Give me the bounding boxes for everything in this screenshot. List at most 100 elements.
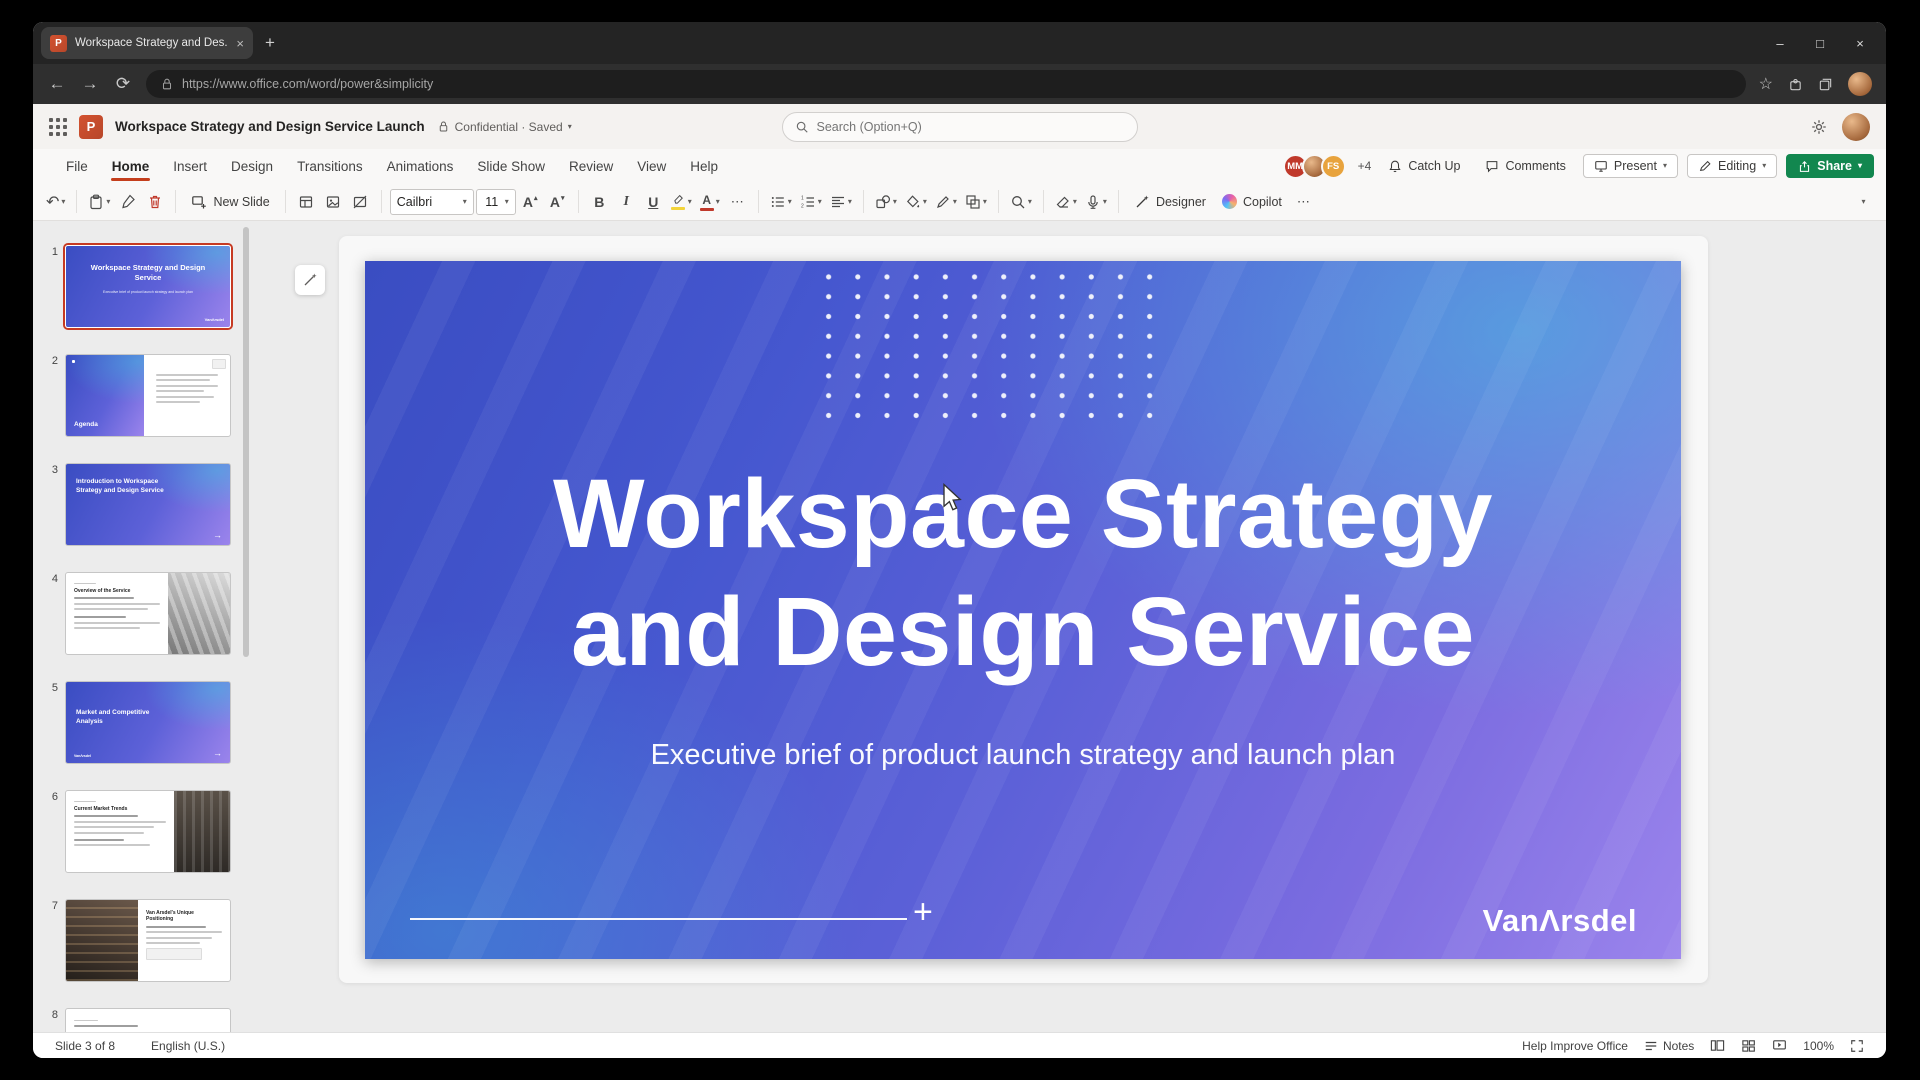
align-button[interactable]: ▾ (827, 187, 855, 216)
chevron-down-icon[interactable]: ▾ (1103, 198, 1107, 206)
hide-slide-button[interactable] (348, 187, 373, 216)
tab-review[interactable]: Review (558, 153, 624, 180)
slide-sorter-view-button[interactable] (1741, 1038, 1756, 1053)
powerpoint-logo[interactable]: P (79, 115, 103, 139)
avatar-fs[interactable]: FS (1321, 154, 1346, 179)
underline-button[interactable]: U (641, 187, 666, 216)
present-button[interactable]: Present ▾ (1583, 154, 1678, 178)
layout-button[interactable] (294, 187, 319, 216)
font-name-combo[interactable]: ▾ (390, 189, 474, 215)
bookmark-star-icon[interactable]: ☆ (1759, 74, 1773, 94)
decorative-line[interactable] (410, 918, 907, 920)
zoom-level[interactable]: 100% (1803, 1039, 1834, 1053)
slide-title[interactable]: Workspace Strategy and Design Service (365, 455, 1681, 692)
tab-slide-show[interactable]: Slide Show (466, 153, 556, 180)
chevron-down-icon[interactable]: ▾ (688, 198, 692, 206)
vanarsdel-logo[interactable]: VanΛrsdel (1483, 903, 1637, 939)
bold-button[interactable]: B (587, 187, 612, 216)
arrange-button[interactable]: ▾ (962, 187, 990, 216)
undo-button[interactable]: ↶▾ (43, 187, 68, 216)
search-input[interactable] (817, 120, 1125, 134)
dictate-button[interactable]: ▾ (1082, 187, 1110, 216)
slide-thumbnail-2[interactable]: Agenda (65, 354, 231, 437)
tab-help[interactable]: Help (679, 153, 729, 180)
presence-overflow-count[interactable]: +4 (1358, 159, 1372, 173)
tab-animations[interactable]: Animations (376, 153, 465, 180)
chevron-down-icon[interactable]: ▾ (61, 198, 65, 206)
slide-thumbnail-4[interactable]: Overview of the Service (65, 572, 231, 655)
chevron-down-icon[interactable]: ▾ (923, 198, 927, 206)
new-tab-button[interactable]: + (265, 33, 275, 53)
chevron-down-icon[interactable]: ▾ (106, 198, 110, 206)
chevron-down-icon[interactable]: ▾ (848, 198, 852, 206)
window-close-button[interactable]: × (1840, 36, 1880, 51)
format-painter-button[interactable] (115, 187, 140, 216)
chevron-down-icon[interactable]: ▾ (1858, 162, 1862, 170)
shape-outline-button[interactable]: ▾ (932, 187, 960, 216)
find-button[interactable]: ▾ (1007, 187, 1035, 216)
italic-button[interactable]: I (614, 187, 639, 216)
shape-fill-button[interactable]: ▾ (902, 187, 930, 216)
numbering-button[interactable]: ▾ (797, 187, 825, 216)
paste-button[interactable]: ▾ (85, 187, 113, 216)
chevron-down-icon[interactable]: ▾ (983, 198, 987, 206)
tab-transitions[interactable]: Transitions (286, 153, 374, 180)
font-name-input[interactable] (397, 195, 459, 209)
chevron-down-icon[interactable]: ▾ (788, 198, 792, 206)
account-avatar[interactable] (1842, 113, 1870, 141)
refresh-button[interactable]: ⟳ (113, 74, 133, 94)
chevron-down-icon[interactable]: ▾ (953, 198, 957, 206)
editing-mode-button[interactable]: Editing ▾ (1687, 154, 1777, 178)
designer-button[interactable]: Designer (1127, 187, 1213, 216)
ribbon-collapse-button[interactable]: ▾ (1851, 187, 1876, 216)
comments-button[interactable]: Comments (1477, 154, 1573, 178)
clear-formatting-button[interactable]: ▾ (1052, 187, 1080, 216)
tab-view[interactable]: View (626, 153, 677, 180)
settings-gear-icon[interactable] (1810, 118, 1828, 136)
notes-toggle[interactable]: Notes (1644, 1039, 1694, 1053)
slide-thumbnail-7[interactable]: Van Arsdel's Unique Positioning (65, 899, 231, 982)
chevron-down-icon[interactable]: ▾ (1073, 198, 1077, 206)
slide-thumbnail-1[interactable]: Workspace Strategy and Design Service Ex… (65, 245, 231, 328)
app-launcher-icon[interactable] (49, 118, 67, 136)
more-commands-button[interactable]: ⋯ (1291, 187, 1316, 216)
chevron-down-icon[interactable]: ▾ (1762, 162, 1766, 170)
font-size-input[interactable] (483, 195, 501, 209)
url-input[interactable] (182, 77, 1732, 91)
designer-suggestion-button[interactable] (295, 265, 325, 295)
normal-view-button[interactable] (1710, 1038, 1725, 1053)
presence-avatars[interactable]: MM FS (1283, 154, 1346, 179)
shrink-font-button[interactable]: A▾ (545, 187, 570, 216)
slide-thumbnail-8[interactable] (65, 1008, 231, 1032)
chevron-down-icon[interactable]: ▾ (1663, 162, 1667, 170)
fit-to-window-button[interactable] (1850, 1039, 1864, 1053)
more-font-options-button[interactable]: ⋯ (725, 187, 750, 216)
catch-up-button[interactable]: Catch Up (1380, 154, 1468, 178)
collections-icon[interactable] (1818, 77, 1833, 92)
thumbnail-scrollbar[interactable] (243, 227, 249, 657)
slide-subtitle[interactable]: Executive brief of product launch strate… (365, 739, 1681, 772)
chevron-down-icon[interactable]: ▾ (893, 198, 897, 206)
tab-design[interactable]: Design (220, 153, 284, 180)
chevron-down-icon[interactable]: ▾ (463, 198, 467, 206)
grow-font-button[interactable]: A▴ (518, 187, 543, 216)
browser-tab[interactable]: P Workspace Strategy and Des... × (41, 27, 253, 59)
language-selector[interactable]: English (U.S.) (151, 1039, 225, 1053)
back-button[interactable]: ← (47, 74, 67, 94)
tab-home[interactable]: Home (101, 153, 161, 180)
slide-counter[interactable]: Slide 3 of 8 (55, 1039, 115, 1053)
highlight-color-button[interactable]: ▾ (668, 187, 695, 216)
slideshow-view-button[interactable] (1772, 1038, 1787, 1053)
address-bar[interactable] (146, 70, 1746, 98)
forward-button[interactable]: → (80, 74, 100, 94)
chevron-down-icon[interactable]: ▾ (1028, 198, 1032, 206)
font-size-combo[interactable]: ▾ (476, 189, 516, 215)
new-slide-button[interactable]: New Slide (184, 187, 276, 216)
share-button[interactable]: Share ▾ (1786, 154, 1874, 178)
chevron-down-icon[interactable]: ▾ (818, 198, 822, 206)
tab-file[interactable]: File (55, 153, 99, 180)
chevron-down-icon[interactable]: ▾ (505, 198, 509, 206)
slide-thumbnail-3[interactable]: Introduction to Workspace Strategy and D… (65, 463, 231, 546)
window-maximize-button[interactable]: □ (1800, 36, 1840, 51)
chevron-down-icon[interactable]: ▾ (716, 198, 720, 206)
